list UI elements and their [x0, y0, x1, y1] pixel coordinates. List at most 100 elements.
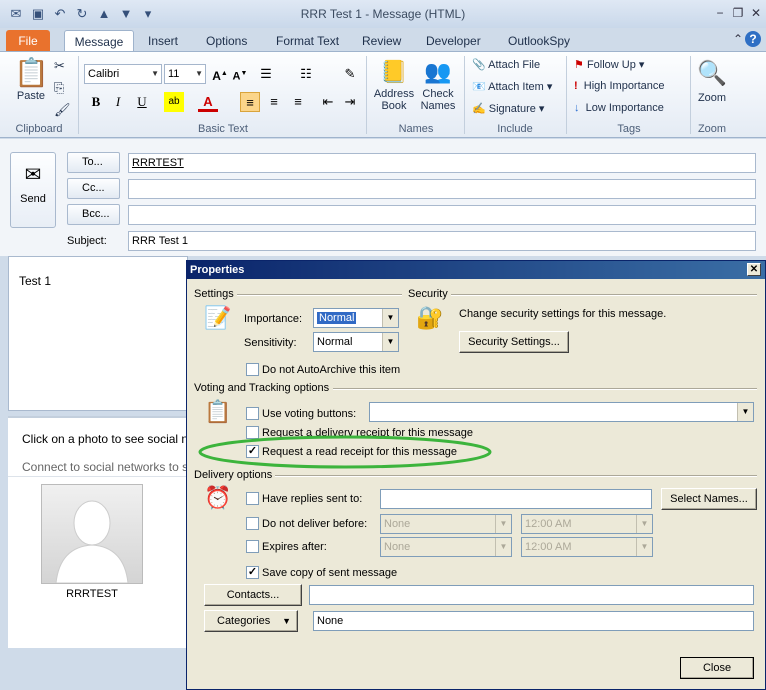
do-not-deliver-checkbox[interactable]	[246, 517, 259, 530]
font-name-combo[interactable]: Calibri ▼	[84, 64, 162, 84]
format-painter-icon[interactable]: 🖌	[54, 102, 71, 118]
shrink-font-icon[interactable]: A▼	[230, 64, 250, 84]
save-copy-label: Save copy of sent message	[262, 567, 398, 579]
highlight-icon[interactable]: ab	[164, 92, 184, 112]
cc-field[interactable]	[128, 179, 756, 199]
social-pane: Click on a photo to see social n Connect…	[8, 418, 188, 648]
chevron-down-icon: ▼	[195, 69, 203, 78]
to-field[interactable]: RRRTEST	[128, 153, 756, 173]
voting-icon: 📋	[204, 399, 232, 424]
select-names-button[interactable]: Select Names...	[661, 488, 757, 510]
align-left-icon[interactable]: ≡	[240, 92, 260, 112]
sensitivity-select[interactable]: Normal ▼	[313, 332, 399, 352]
divider	[8, 476, 188, 477]
group-separator	[366, 56, 367, 134]
bcc-field[interactable]	[128, 205, 756, 225]
paste-label: Paste	[16, 90, 46, 102]
use-voting-label: Use voting buttons:	[262, 408, 357, 420]
tab-developer[interactable]: Developer	[420, 30, 487, 52]
deliver-time-select[interactable]: 12:00 AM ▼	[521, 514, 653, 534]
expires-time-select[interactable]: 12:00 AM ▼	[521, 537, 653, 557]
deliver-date-value: None	[384, 518, 411, 530]
grow-font-icon[interactable]: A▲	[210, 64, 230, 84]
group-separator	[464, 56, 465, 134]
no-autoarchive-checkbox[interactable]	[246, 363, 259, 376]
save-copy-checkbox[interactable]: ✓	[246, 566, 259, 579]
deliver-date-select[interactable]: None ▼	[380, 514, 512, 534]
high-importance-button[interactable]: ! High Importance	[574, 80, 665, 92]
ribbon-tabs: File Message Insert Options Format Text …	[0, 28, 766, 52]
cc-button[interactable]: Cc...	[67, 178, 120, 199]
low-importance-button[interactable]: ↓ Low Importance	[574, 102, 664, 114]
font-size-combo[interactable]: 11 ▼	[164, 64, 206, 84]
bullets-icon[interactable]: ☰	[256, 64, 276, 84]
importance-select[interactable]: Normal ▼	[313, 308, 399, 328]
use-voting-checkbox[interactable]	[246, 407, 259, 420]
security-settings-button[interactable]: Security Settings...	[459, 331, 569, 353]
categories-button[interactable]: Categories ▼	[204, 610, 298, 632]
bold-icon[interactable]: B	[86, 92, 106, 112]
styles-icon[interactable]: ✎	[340, 64, 360, 84]
zoom-label: Zoom	[697, 92, 727, 104]
replies-sent-to-checkbox[interactable]	[246, 492, 259, 505]
tab-options[interactable]: Options	[200, 30, 253, 52]
chevron-down-icon: ▼	[636, 515, 652, 533]
group-tags-label: Tags	[617, 123, 641, 135]
increase-indent-icon[interactable]: ⇥	[340, 92, 360, 112]
contacts-button[interactable]: Contacts...	[204, 584, 302, 606]
tab-message[interactable]: Message	[64, 30, 134, 52]
bcc-button[interactable]: Bcc...	[67, 204, 120, 225]
cut-icon[interactable]: ✂	[54, 58, 65, 74]
signature-button[interactable]: ✍ Signature ▾	[472, 102, 544, 115]
copy-icon[interactable]: ⎘	[54, 80, 64, 96]
tab-review[interactable]: Review	[356, 30, 407, 52]
signature-icon: ✍	[472, 103, 486, 115]
send-button[interactable]: ✉ Send	[10, 152, 56, 228]
underline-icon[interactable]: U	[132, 92, 152, 112]
minimize-icon[interactable]: −	[712, 5, 728, 21]
font-color-icon[interactable]: A	[198, 92, 218, 112]
align-right-icon[interactable]: ≡	[288, 92, 308, 112]
close-window-icon[interactable]: ✕	[748, 5, 764, 21]
restore-icon[interactable]: ❐	[730, 5, 746, 21]
group-include-label: Include	[497, 123, 533, 135]
follow-up-label: Follow Up	[586, 59, 636, 71]
chevron-down-icon: ▼	[382, 333, 398, 351]
font-size-value: 11	[168, 68, 180, 80]
subject-field[interactable]: RRR Test 1	[128, 231, 756, 251]
tab-format-text[interactable]: Format Text	[270, 30, 345, 52]
check-names-button[interactable]: 👥 Check Names	[418, 56, 458, 112]
attach-file-button[interactable]: 📎 Attach File	[472, 58, 540, 71]
replies-sent-to-field[interactable]	[380, 489, 652, 509]
tab-file[interactable]: File	[6, 30, 50, 52]
contacts-field[interactable]	[309, 585, 754, 605]
help-icon[interactable]: ?	[745, 31, 761, 47]
no-autoarchive-label: Do not AutoArchive this item	[262, 364, 401, 376]
close-icon[interactable]: ✕	[747, 263, 761, 276]
person-silhouette-icon	[55, 500, 129, 584]
close-button[interactable]: Close	[680, 657, 754, 679]
minimize-ribbon-icon[interactable]: ⌃	[730, 31, 746, 47]
message-body[interactable]: Test 1	[8, 256, 188, 411]
numbering-icon[interactable]: ☷	[296, 64, 316, 84]
social-connect-link[interactable]: Connect to social networks to s	[22, 460, 188, 474]
expires-date-select[interactable]: None ▼	[380, 537, 512, 557]
follow-up-button[interactable]: ⚑ Follow Up ▾	[574, 58, 644, 71]
replies-sent-to-label: Have replies sent to:	[262, 493, 363, 505]
attach-item-button[interactable]: 📧 Attach Item ▾	[472, 80, 552, 93]
address-book-button[interactable]: 📒 Address Book	[372, 56, 416, 112]
paste-button[interactable]: 📋 Paste	[14, 56, 49, 114]
tab-insert[interactable]: Insert	[142, 30, 184, 52]
tab-outlookspy[interactable]: OutlookSpy	[502, 30, 576, 52]
to-button[interactable]: To...	[67, 152, 120, 173]
align-center-icon[interactable]: ≡	[264, 92, 284, 112]
contact-photo[interactable]	[41, 484, 143, 584]
categories-field[interactable]: None	[313, 611, 754, 631]
voting-buttons-select[interactable]: ▼	[369, 402, 754, 422]
decrease-indent-icon[interactable]: ⇤	[318, 92, 338, 112]
zoom-button[interactable]: 🔍 Zoom	[694, 56, 730, 104]
italic-icon[interactable]: I	[108, 92, 128, 112]
expires-after-checkbox[interactable]	[246, 540, 259, 553]
importance-label: Importance:	[244, 313, 303, 325]
dialog-title-bar: Properties ✕	[187, 261, 765, 279]
